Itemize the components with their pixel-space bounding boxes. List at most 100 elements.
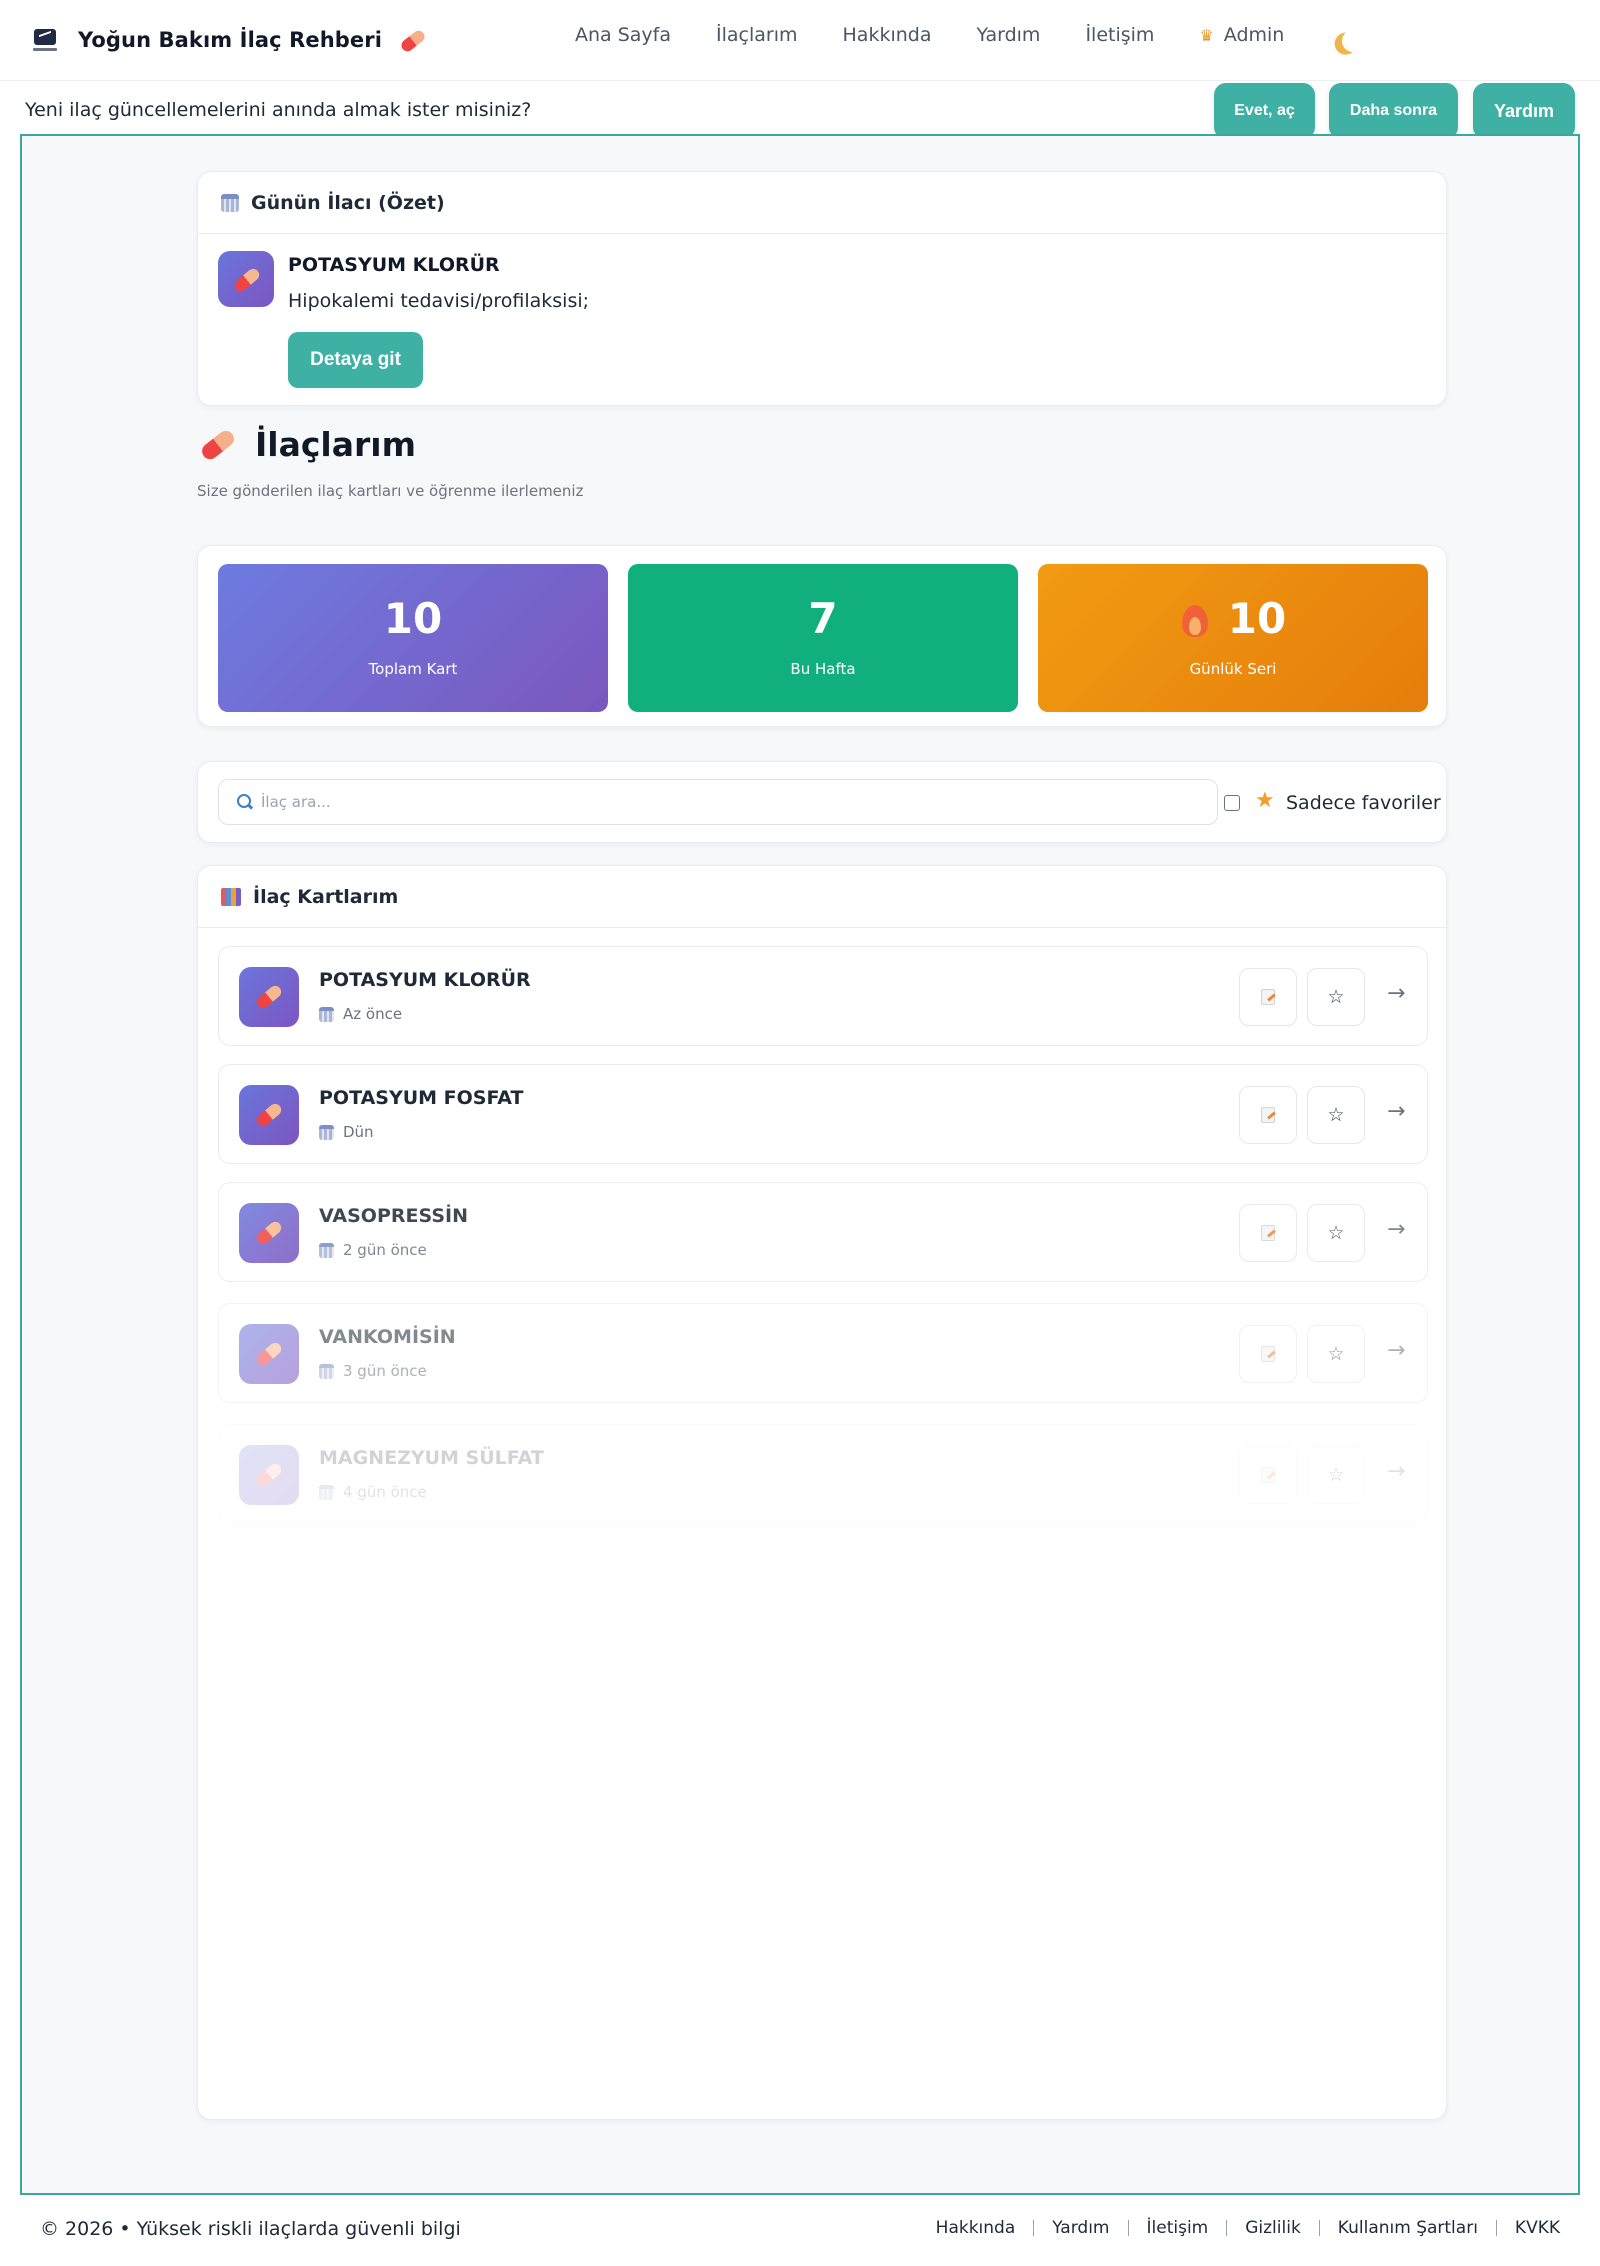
drug-card-row[interactable]: MAGNEZYUM SÜLFAT 4 gün önce ☆ → (218, 1424, 1428, 1524)
drug-card-name: MAGNEZYUM SÜLFAT (319, 1447, 544, 1469)
footer-link-contact[interactable]: İletişim (1127, 2220, 1227, 2237)
footer-link-help[interactable]: Yardım (1033, 2220, 1127, 2237)
pill-icon (197, 424, 238, 464)
drug-card-row[interactable]: VASOPRESSİN 2 gün önce ☆ → (218, 1182, 1428, 1282)
favorites-only-checkbox[interactable] (1224, 795, 1240, 811)
drug-avatar-icon (218, 251, 274, 307)
pill-icon (398, 26, 427, 54)
drug-card-date-text: Az önce (343, 1005, 403, 1023)
star-outline-icon: ☆ (1327, 1464, 1345, 1486)
footer-link-privacy[interactable]: Gizlilik (1226, 2220, 1319, 2237)
drug-card-date-text: 3 gün önce (343, 1362, 427, 1380)
star-outline-icon: ☆ (1327, 1343, 1345, 1365)
note-icon (1261, 1346, 1275, 1362)
drug-cards-header: İlaç Kartlarım (198, 866, 1446, 928)
stats-card: 10 Toplam Kart 7 Bu Hafta 10 Günlük Seri (197, 545, 1447, 727)
drug-card-name: VASOPRESSİN (319, 1205, 468, 1227)
daily-drug-header: Günün İlacı (Özet) (198, 172, 1446, 234)
page-title: İlaçlarım (197, 424, 416, 464)
note-button[interactable] (1239, 1086, 1297, 1144)
arrow-right-icon[interactable]: → (1387, 981, 1405, 1006)
stat-total-value: 10 (383, 594, 443, 643)
note-button[interactable] (1239, 968, 1297, 1026)
note-icon (1261, 1107, 1275, 1123)
stat-total-label: Toplam Kart (368, 660, 458, 678)
drug-card-row[interactable]: POTASYUM KLORÜR Az önce ☆ → (218, 946, 1428, 1046)
search-card: ★ Sadece favoriler (197, 761, 1447, 843)
footer-links: Hakkında Yardım İletişim Gizlilik Kullan… (918, 2220, 1560, 2237)
note-button[interactable] (1239, 1325, 1297, 1383)
drug-card-date: Az önce (319, 1005, 402, 1023)
favorite-button[interactable]: ☆ (1307, 968, 1365, 1026)
calendar-icon (319, 1363, 334, 1379)
stat-week-value: 7 (808, 594, 838, 643)
stat-streak-value: 10 (1227, 594, 1287, 643)
calendar-icon (319, 1242, 334, 1258)
stat-total-cards: 10 Toplam Kart (218, 564, 608, 712)
flame-icon (1180, 599, 1210, 639)
favorite-button[interactable]: ☆ (1307, 1204, 1365, 1262)
favorite-button[interactable]: ☆ (1307, 1325, 1365, 1383)
favorite-button[interactable]: ☆ (1307, 1086, 1365, 1144)
note-button[interactable] (1239, 1446, 1297, 1504)
calendar-icon (319, 1006, 334, 1022)
arrow-right-icon[interactable]: → (1387, 1338, 1405, 1363)
nav-contact[interactable]: İletişim (1085, 24, 1154, 46)
theme-toggle-button[interactable] (1338, 26, 1366, 54)
note-button[interactable] (1239, 1204, 1297, 1262)
page-title-text: İlaçlarım (255, 424, 416, 464)
daily-drug-card: Günün İlacı (Özet) POTASYUM KLORÜR Hipok… (197, 171, 1447, 406)
brand-title: Yoğun Bakım İlaç Rehberi (78, 28, 383, 52)
footer-copyright: © 2026 • Yüksek riskli ilaçlarda güvenli… (40, 2218, 461, 2240)
calendar-icon (221, 193, 239, 212)
drug-card-row[interactable]: VANKOMİSİN 3 gün önce ☆ → (218, 1303, 1428, 1403)
nav-home[interactable]: Ana Sayfa (575, 24, 671, 46)
drug-card-date-text: 2 gün önce (343, 1241, 427, 1259)
top-navbar: Yoğun Bakım İlaç Rehberi Ana Sayfa İlaçl… (0, 0, 1600, 81)
arrow-right-icon[interactable]: → (1387, 1217, 1405, 1242)
footer: © 2026 • Yüksek riskli ilaçlarda güvenli… (0, 2196, 1600, 2266)
footer-link-about[interactable]: Hakkında (918, 2220, 1034, 2237)
calendar-icon (319, 1484, 334, 1500)
note-icon (1261, 1467, 1275, 1483)
main-content: Günün İlacı (Özet) POTASYUM KLORÜR Hipok… (20, 134, 1580, 2195)
arrow-right-icon[interactable]: → (1387, 1459, 1405, 1484)
stat-daily-streak: 10 Günlük Seri (1038, 564, 1428, 712)
nav-admin-label: Admin (1223, 24, 1285, 46)
drug-avatar-icon (239, 1085, 299, 1145)
go-to-detail-button[interactable]: Detaya git (288, 332, 423, 388)
daily-drug-title: Günün İlacı (Özet) (251, 191, 445, 214)
brand-logo-icon (30, 25, 60, 55)
stat-this-week: 7 Bu Hafta (628, 564, 1018, 712)
search-box[interactable] (218, 779, 1218, 825)
search-icon (237, 794, 253, 810)
drug-card-date: 4 gün önce (319, 1483, 427, 1501)
calendar-icon (319, 1124, 334, 1140)
nav-admin[interactable]: ♛ Admin (1199, 24, 1284, 46)
brand[interactable]: Yoğun Bakım İlaç Rehberi (30, 20, 427, 60)
help-button[interactable]: Yardım (1473, 83, 1575, 139)
enable-notifications-button[interactable]: Evet, aç (1214, 83, 1315, 139)
favorite-button[interactable]: ☆ (1307, 1446, 1365, 1504)
drug-avatar-icon (239, 1203, 299, 1263)
drug-card-name: VANKOMİSİN (319, 1326, 456, 1348)
drug-card-date-text: Dün (343, 1123, 374, 1141)
star-outline-icon: ☆ (1327, 1104, 1345, 1126)
arrow-right-icon[interactable]: → (1387, 1099, 1405, 1124)
stat-week-label: Bu Hafta (790, 660, 856, 678)
search-input[interactable] (261, 793, 1161, 811)
stat-streak-label: Günlük Seri (1189, 660, 1277, 678)
footer-link-kvkk[interactable]: KVKK (1495, 2220, 1560, 2237)
nav-help[interactable]: Yardım (976, 24, 1040, 46)
drug-card-date: 3 gün önce (319, 1362, 427, 1380)
notification-prompt: Yeni ilaç güncellemelerini anında almak … (0, 81, 1600, 139)
later-button[interactable]: Daha sonra (1329, 83, 1458, 139)
drug-card-row[interactable]: POTASYUM FOSFAT Dün ☆ → (218, 1064, 1428, 1164)
star-icon: ★ (1255, 788, 1275, 813)
footer-link-terms[interactable]: Kullanım Şartları (1318, 2220, 1496, 2237)
nav-about[interactable]: Hakkında (843, 24, 932, 46)
drug-cards-title: İlaç Kartlarım (253, 885, 399, 908)
favorites-only-label[interactable]: Sadece favoriler (1286, 792, 1441, 814)
drug-card-name: POTASYUM FOSFAT (319, 1087, 524, 1109)
nav-my-drugs[interactable]: İlaçlarım (716, 24, 798, 46)
